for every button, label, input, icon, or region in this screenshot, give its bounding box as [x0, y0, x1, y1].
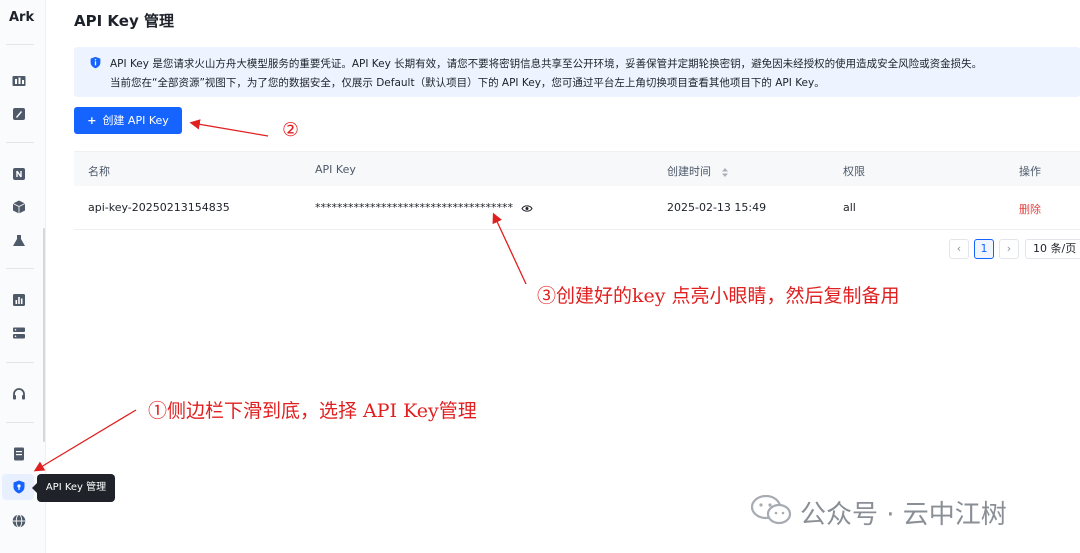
- shield-key-icon[interactable]: [11, 479, 27, 495]
- column-header-api-key: API Key: [315, 163, 356, 176]
- sidebar: Ark: [0, 0, 46, 553]
- cell-key-name: api-key-20250213154835: [88, 201, 230, 214]
- annotation-step-3: ③创建好的key 点亮小眼睛，然后复制备用: [537, 285, 900, 307]
- plus-icon: +: [87, 114, 97, 127]
- masked-api-key: ************************************: [315, 201, 513, 214]
- headset-icon[interactable]: [11, 386, 27, 402]
- delete-link[interactable]: 删除: [1019, 201, 1041, 217]
- column-header-created-label: 创建时间: [667, 165, 711, 178]
- cell-permission: all: [843, 201, 856, 214]
- document-icon[interactable]: [11, 446, 27, 462]
- sidebar-divider: [6, 268, 34, 269]
- notice-line-2: 当前您在“全部资源”视图下，为了您的数据安全，仅展示 Default（默认项目）…: [110, 77, 825, 89]
- create-api-key-button[interactable]: + 创建 API Key: [74, 107, 182, 134]
- eye-icon[interactable]: [520, 204, 533, 213]
- arrow-to-create-button: [189, 119, 269, 137]
- server-icon[interactable]: [11, 325, 27, 341]
- watermark-text: 公众号 · 云中江树: [800, 500, 1007, 530]
- info-notice: API Key 是您请求火山方舟大模型服务的重要凭证。API Key 长期有效，…: [74, 47, 1080, 97]
- sidebar-divider: [6, 362, 34, 363]
- cell-api-key: ************************************: [315, 201, 533, 214]
- pagination-next-button[interactable]: ›: [999, 239, 1019, 259]
- sidebar-tooltip: API Key 管理: [32, 474, 115, 502]
- sidebar-divider: [6, 142, 34, 143]
- table-header: 名称 API Key 创建时间 权限 操作: [74, 151, 1080, 186]
- sidebar-divider: [6, 44, 34, 45]
- globe-icon[interactable]: [11, 513, 27, 529]
- overview-icon[interactable]: [11, 72, 27, 88]
- column-header-action: 操作: [1019, 165, 1041, 178]
- sidebar-scrollbar[interactable]: [43, 228, 45, 442]
- column-header-name: 名称: [88, 165, 110, 178]
- chart-icon[interactable]: [11, 292, 27, 308]
- info-shield-icon: [90, 56, 101, 69]
- sort-icon[interactable]: [721, 167, 729, 178]
- box-icon[interactable]: [11, 199, 27, 215]
- page-size-select[interactable]: 10 条/页: [1025, 239, 1080, 259]
- pagination-prev-button[interactable]: ‹: [949, 239, 969, 259]
- pagination-page-1[interactable]: 1: [974, 239, 994, 259]
- annotation-step-2: ②: [282, 119, 300, 141]
- model-icon[interactable]: [11, 166, 27, 182]
- sidebar-divider: [6, 422, 34, 423]
- notice-line-1: API Key 是您请求火山方舟大模型服务的重要凭证。API Key 长期有效，…: [110, 58, 983, 70]
- cell-created-time: 2025-02-13 15:49: [667, 201, 767, 214]
- column-header-created[interactable]: 创建时间: [667, 163, 729, 179]
- screenshot-root: Ark API Key 管理 API Key 管理 API Key 是您请求火山…: [0, 0, 1080, 553]
- annotation-step-1: ①侧边栏下滑到底，选择 API Key管理: [148, 400, 477, 422]
- api-key-table: 名称 API Key 创建时间 权限 操作 api-key-2025021315…: [74, 151, 1080, 230]
- flask-icon[interactable]: [11, 233, 27, 249]
- rocket-icon[interactable]: [11, 106, 27, 122]
- wechat-logo: [750, 495, 792, 525]
- page-title: API Key 管理: [74, 12, 174, 30]
- create-api-key-label: 创建 API Key: [102, 114, 169, 127]
- arrow-to-sidebar-item: [33, 409, 137, 472]
- column-header-permission: 权限: [843, 165, 865, 178]
- app-logo[interactable]: Ark: [9, 10, 34, 25]
